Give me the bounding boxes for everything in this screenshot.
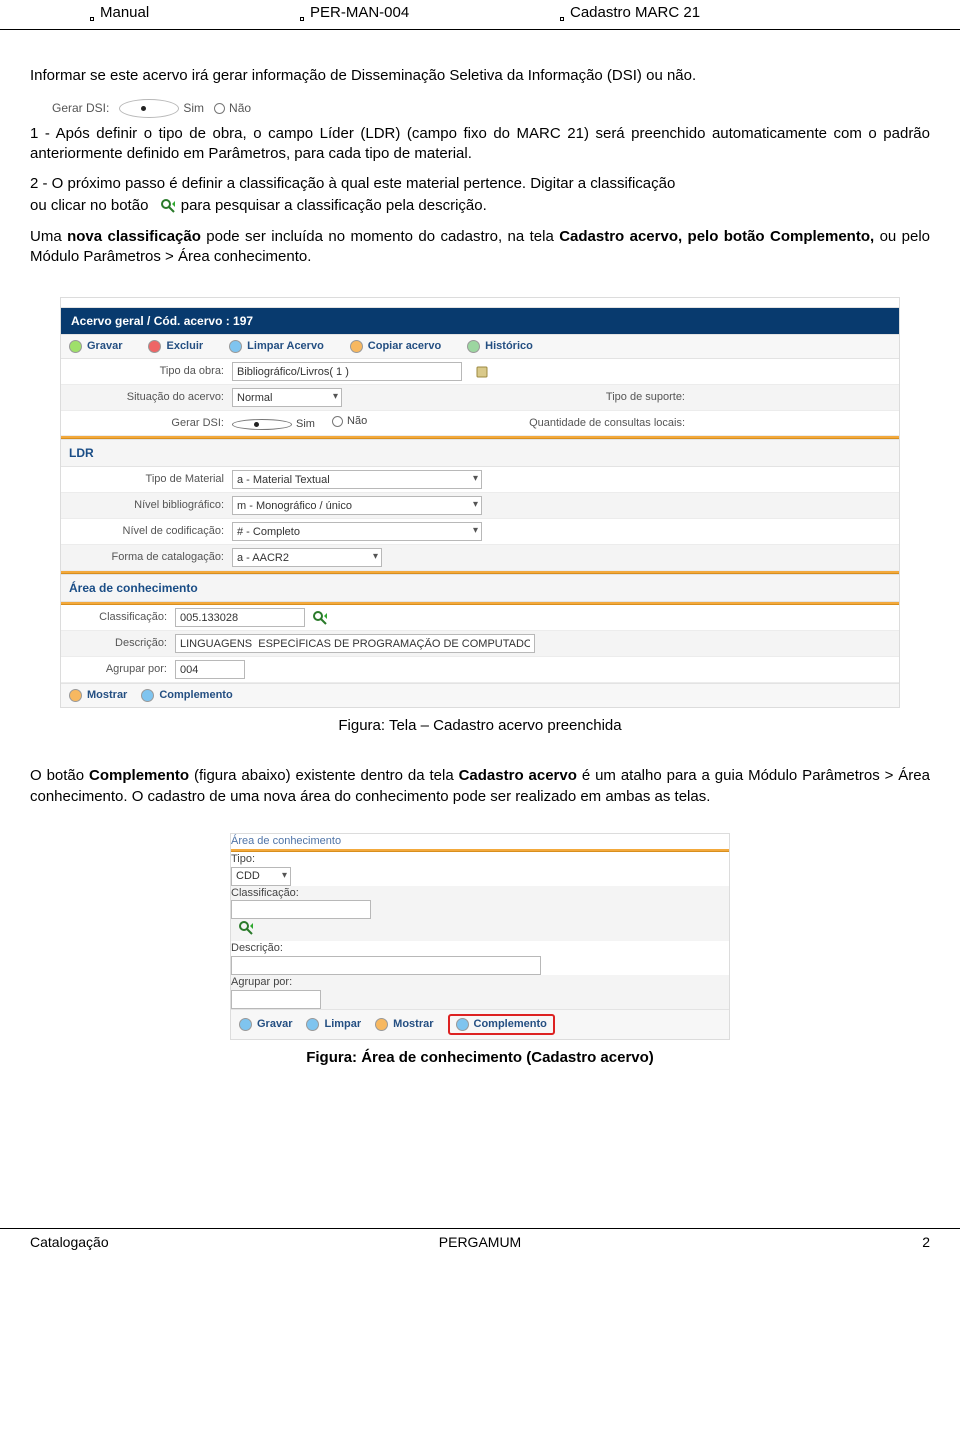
row-nivel-codificacao: Nível de codificação: bbox=[61, 519, 899, 545]
nivel-bib-select[interactable] bbox=[232, 496, 482, 515]
paragraph-step2b: ou clicar no botão para pesquisar a clas… bbox=[30, 196, 930, 216]
footer-center: PERGAMUM bbox=[330, 1233, 630, 1252]
row-tipo-obra: Tipo da obra: bbox=[61, 359, 899, 385]
save-icon bbox=[239, 1018, 252, 1031]
mock2-mostrar-button[interactable]: Mostrar bbox=[375, 1017, 433, 1032]
mock2-complemento-button[interactable]: Complemento bbox=[456, 1017, 547, 1032]
area-bottombar: Mostrar Complemento bbox=[61, 683, 899, 707]
copiar-acervo-button[interactable]: Copiar acervo bbox=[350, 339, 441, 354]
mock2-classificacao-input[interactable] bbox=[231, 900, 371, 919]
complemento-button[interactable]: Complemento bbox=[141, 688, 232, 703]
row-descricao: Descrição: bbox=[61, 631, 899, 657]
paragraph-intro: Informar se este acervo irá gerar inform… bbox=[30, 66, 930, 86]
show-icon bbox=[375, 1018, 388, 1031]
tipo-select[interactable] bbox=[231, 867, 291, 886]
dot-icon bbox=[90, 17, 94, 21]
radio-icon bbox=[119, 99, 179, 118]
dot-icon bbox=[560, 17, 564, 21]
figure-caption-2: Figura: Área de conhecimento (Cadastro a… bbox=[30, 1048, 930, 1068]
mostrar-button[interactable]: Mostrar bbox=[69, 688, 127, 703]
copy-icon bbox=[350, 340, 363, 353]
excluir-button[interactable]: Excluir bbox=[148, 339, 203, 354]
mock2-row-agrupar: Agrupar por: bbox=[231, 975, 729, 1009]
toolbar: Gravar Excluir Limpar Acervo Copiar acer… bbox=[61, 334, 899, 359]
nivel-cod-select[interactable] bbox=[232, 522, 482, 541]
historico-button[interactable]: Histórico bbox=[467, 339, 533, 354]
row-agrupar: Agrupar por: bbox=[61, 657, 899, 683]
classificacao-input[interactable] bbox=[175, 608, 305, 627]
paragraph-step2a: 2 - O próximo passo é definir a classifi… bbox=[30, 174, 930, 194]
dsi-sim-option[interactable]: Sim bbox=[119, 99, 204, 118]
paragraph-step1: 1 - Após definir o tipo de obra, o campo… bbox=[30, 124, 930, 165]
dsi-label: Gerar DSI: bbox=[52, 100, 109, 116]
radio-icon bbox=[214, 103, 225, 114]
forma-cat-select[interactable] bbox=[232, 548, 382, 567]
footer-page: 2 bbox=[630, 1233, 930, 1252]
situacao-select[interactable] bbox=[232, 388, 342, 407]
mock2-complemento-highlight: Complemento bbox=[448, 1014, 555, 1035]
row-gerar-dsi: Gerar DSI: Sim Não Quantidade de consult… bbox=[61, 411, 899, 436]
qtd-consultas-label: Quantidade de consultas locais: bbox=[529, 416, 693, 431]
figure-caption-1: Figura: Tela – Cadastro acervo preenchid… bbox=[30, 716, 930, 736]
header-manual: Manual bbox=[100, 3, 149, 23]
row-tipo-material: Tipo de Material bbox=[61, 467, 899, 493]
descricao-input[interactable] bbox=[175, 634, 535, 653]
plus-icon bbox=[456, 1018, 469, 1031]
clear-icon bbox=[306, 1018, 319, 1031]
row-forma-catalogacao: Forma de catalogação: bbox=[61, 545, 899, 571]
tipo-suporte-label: Tipo de suporte: bbox=[606, 390, 693, 405]
row-nivel-bibliografico: Nível bibliográfico: bbox=[61, 493, 899, 519]
dsi-sim-radio[interactable]: Sim bbox=[232, 417, 315, 432]
row-situacao: Situação do acervo: Tipo de suporte: bbox=[61, 385, 899, 411]
tipo-obra-search-icon[interactable] bbox=[474, 363, 492, 381]
mock2-row-classificacao: Classificação: bbox=[231, 886, 729, 942]
mock2-row-descricao: Descrição: bbox=[231, 941, 729, 975]
dsi-nao-radio[interactable]: Não bbox=[332, 414, 367, 429]
footer-left: Catalogação bbox=[30, 1233, 330, 1252]
mock2-descricao-input[interactable] bbox=[231, 956, 541, 975]
row-classificacao: Classificação: bbox=[61, 605, 899, 631]
agrupar-input[interactable] bbox=[175, 660, 245, 679]
mock2-classificacao-search-icon[interactable] bbox=[237, 919, 255, 937]
dsi-inline-mock: Gerar DSI: Sim Não bbox=[52, 99, 251, 118]
paragraph-newclass: Uma nova classificação pode ser incluída… bbox=[30, 227, 930, 268]
paragraph-complemento: O botão Complemento (figura abaixo) exis… bbox=[30, 766, 930, 807]
area-conhecimento-mock: Área de conhecimento Tipo: Classificação… bbox=[230, 833, 730, 1040]
mock2-agrupar-input[interactable] bbox=[231, 990, 321, 1009]
mock2-limpar-button[interactable]: Limpar bbox=[306, 1017, 361, 1032]
history-icon bbox=[467, 340, 480, 353]
mock2-bottombar: Gravar Limpar Mostrar Complemento bbox=[231, 1009, 729, 1039]
classificacao-search-icon[interactable] bbox=[311, 609, 329, 627]
ldr-section-head: LDR bbox=[61, 439, 899, 467]
tipo-obra-input[interactable] bbox=[232, 362, 462, 381]
header-title: Cadastro MARC 21 bbox=[570, 3, 700, 23]
limpar-acervo-button[interactable]: Limpar Acervo bbox=[229, 339, 324, 354]
minus-icon bbox=[148, 340, 161, 353]
dot-icon bbox=[300, 17, 304, 21]
page-header: Manual PER-MAN-004 Cadastro MARC 21 bbox=[0, 0, 960, 30]
page-footer: Catalogação PERGAMUM 2 bbox=[0, 1228, 960, 1252]
panel-title: Acervo geral / Cód. acervo : 197 bbox=[61, 308, 899, 334]
tipo-material-select[interactable] bbox=[232, 470, 482, 489]
dsi-nao-option[interactable]: Não bbox=[214, 100, 251, 116]
plus-icon bbox=[141, 689, 154, 702]
show-icon bbox=[69, 689, 82, 702]
cadastro-acervo-mock: Acervo geral / Cód. acervo : 197 Gravar … bbox=[60, 297, 900, 708]
mock2-head: Área de conhecimento bbox=[231, 834, 729, 849]
header-code: PER-MAN-004 bbox=[310, 3, 409, 23]
gravar-button[interactable]: Gravar bbox=[69, 339, 122, 354]
mock2-gravar-button[interactable]: Gravar bbox=[239, 1017, 292, 1032]
area-section-head: Área de conhecimento bbox=[61, 574, 899, 602]
mock2-row-tipo: Tipo: bbox=[231, 852, 729, 886]
refresh-icon bbox=[229, 340, 242, 353]
plus-icon bbox=[69, 340, 82, 353]
search-classification-icon[interactable] bbox=[159, 197, 177, 215]
